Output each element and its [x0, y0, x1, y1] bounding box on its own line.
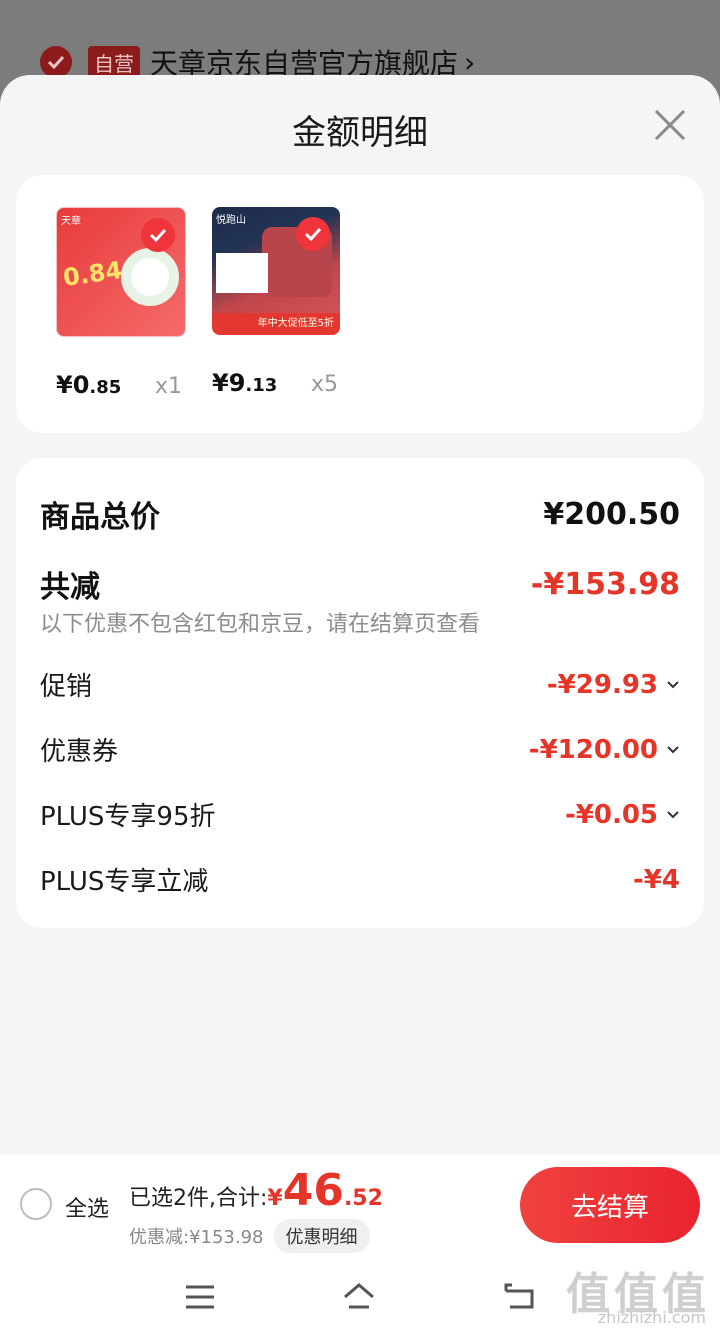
- discount-row-coupon[interactable]: 优惠券 -¥120.00: [40, 731, 680, 768]
- discount-value: -¥0.05: [565, 800, 680, 830]
- store-chevron-icon: ›: [464, 45, 476, 79]
- thumbnail-promo-strip: 年中大促低至5折: [212, 313, 340, 335]
- price-summary-card: 商品总价 ¥200.50 共减 -¥153.98 以下优惠不包含红包和京豆，请在…: [16, 458, 704, 928]
- total-line: 已选2件,合计: ¥ 46 .52: [129, 1165, 383, 1216]
- discount-label: PLUS专享立减: [40, 867, 209, 897]
- total-price-value: ¥200.50: [543, 496, 680, 532]
- discount-summary: 优惠减:¥153.98: [129, 1227, 264, 1248]
- discount-row-plus95[interactable]: PLUS专享95折 -¥0.05: [40, 796, 680, 833]
- selected-count-text: 已选2件,合计:: [129, 1186, 268, 1211]
- store-check-icon[interactable]: [40, 46, 72, 78]
- chevron-down-icon[interactable]: [666, 745, 680, 755]
- chevron-down-icon[interactable]: [666, 680, 680, 690]
- menu-icon[interactable]: [182, 1279, 218, 1315]
- product-price-row: ¥0.85 x1: [56, 371, 182, 399]
- total-reduction-label: 共减: [40, 570, 100, 605]
- thumbnail-ad-panel: [216, 253, 268, 293]
- thumbnail-brand: 悦跑山: [216, 215, 246, 226]
- product-price-row: ¥9.13 x5: [212, 369, 338, 397]
- close-icon[interactable]: [652, 107, 688, 143]
- amount-detail-sheet: 金额明细 天章 0.84 ¥0.85 x1 悦跑山 年中大促低至5折 ¥9.13…: [0, 75, 720, 1338]
- checkout-button[interactable]: 去结算: [520, 1167, 700, 1243]
- discount-note: 以下优惠不包含红包和京豆，请在结算页查看: [40, 612, 481, 637]
- product-price: ¥9.13: [212, 369, 278, 397]
- products-card: 天章 0.84 ¥0.85 x1 悦跑山 年中大促低至5折 ¥9.13 x5: [16, 175, 704, 433]
- discount-value: -¥120.00: [529, 735, 680, 765]
- discount-row-promotion[interactable]: 促销 -¥29.93: [40, 666, 680, 703]
- discount-detail-button[interactable]: 优惠明细: [273, 1219, 370, 1253]
- total-price-row: 商品总价 ¥200.50: [40, 492, 680, 536]
- discount-value: -¥29.93: [547, 670, 680, 700]
- discount-value: -¥4: [633, 864, 680, 895]
- total-reduction-value: -¥153.98: [530, 566, 680, 602]
- product-thumbnail[interactable]: 悦跑山 年中大促低至5折: [212, 207, 340, 335]
- home-icon[interactable]: [341, 1279, 377, 1315]
- back-icon[interactable]: [502, 1279, 538, 1315]
- selected-check-icon[interactable]: [141, 218, 175, 252]
- product-item[interactable]: 天章 0.84 ¥0.85 x1: [56, 207, 186, 399]
- checkout-bar: 全选 已选2件,合计: ¥ 46 .52 优惠减:¥153.98 优惠明细 去结…: [0, 1155, 720, 1255]
- total-currency: ¥: [267, 1186, 283, 1211]
- total-price-label: 商品总价: [40, 500, 160, 535]
- self-operated-badge: 自营: [88, 45, 140, 79]
- product-quantity: x5: [310, 372, 338, 397]
- select-all-label[interactable]: 全选: [65, 1191, 109, 1223]
- product-quantity: x1: [154, 374, 182, 399]
- discount-label: 促销: [40, 672, 93, 702]
- chevron-down-icon[interactable]: [666, 810, 680, 820]
- selected-check-icon[interactable]: [296, 217, 330, 251]
- total-reduction-row: 共减 -¥153.98: [40, 562, 680, 606]
- sheet-title: 金额明细: [292, 113, 428, 153]
- total-amount-decimal: .52: [343, 1186, 383, 1211]
- watermark-url: zhizhizhi.com: [597, 1308, 706, 1327]
- thumbnail-price-art: 0.84: [61, 256, 124, 292]
- select-all-radio[interactable]: [20, 1188, 52, 1220]
- product-thumbnail[interactable]: 天章 0.84: [56, 207, 186, 337]
- product-item[interactable]: 悦跑山 年中大促低至5折 ¥9.13 x5: [212, 207, 342, 397]
- product-price: ¥0.85: [56, 371, 122, 399]
- total-amount-integer: 46: [282, 1165, 344, 1216]
- tape-roll-image: [121, 248, 179, 306]
- thumbnail-brand: 天章: [61, 216, 81, 227]
- discount-row-plus-reduce: PLUS专享立减 -¥4: [40, 861, 680, 898]
- discount-label: 优惠券: [40, 737, 119, 767]
- discount-line: 优惠减:¥153.98 优惠明细: [129, 1219, 370, 1253]
- discount-label: PLUS专享95折: [40, 802, 216, 832]
